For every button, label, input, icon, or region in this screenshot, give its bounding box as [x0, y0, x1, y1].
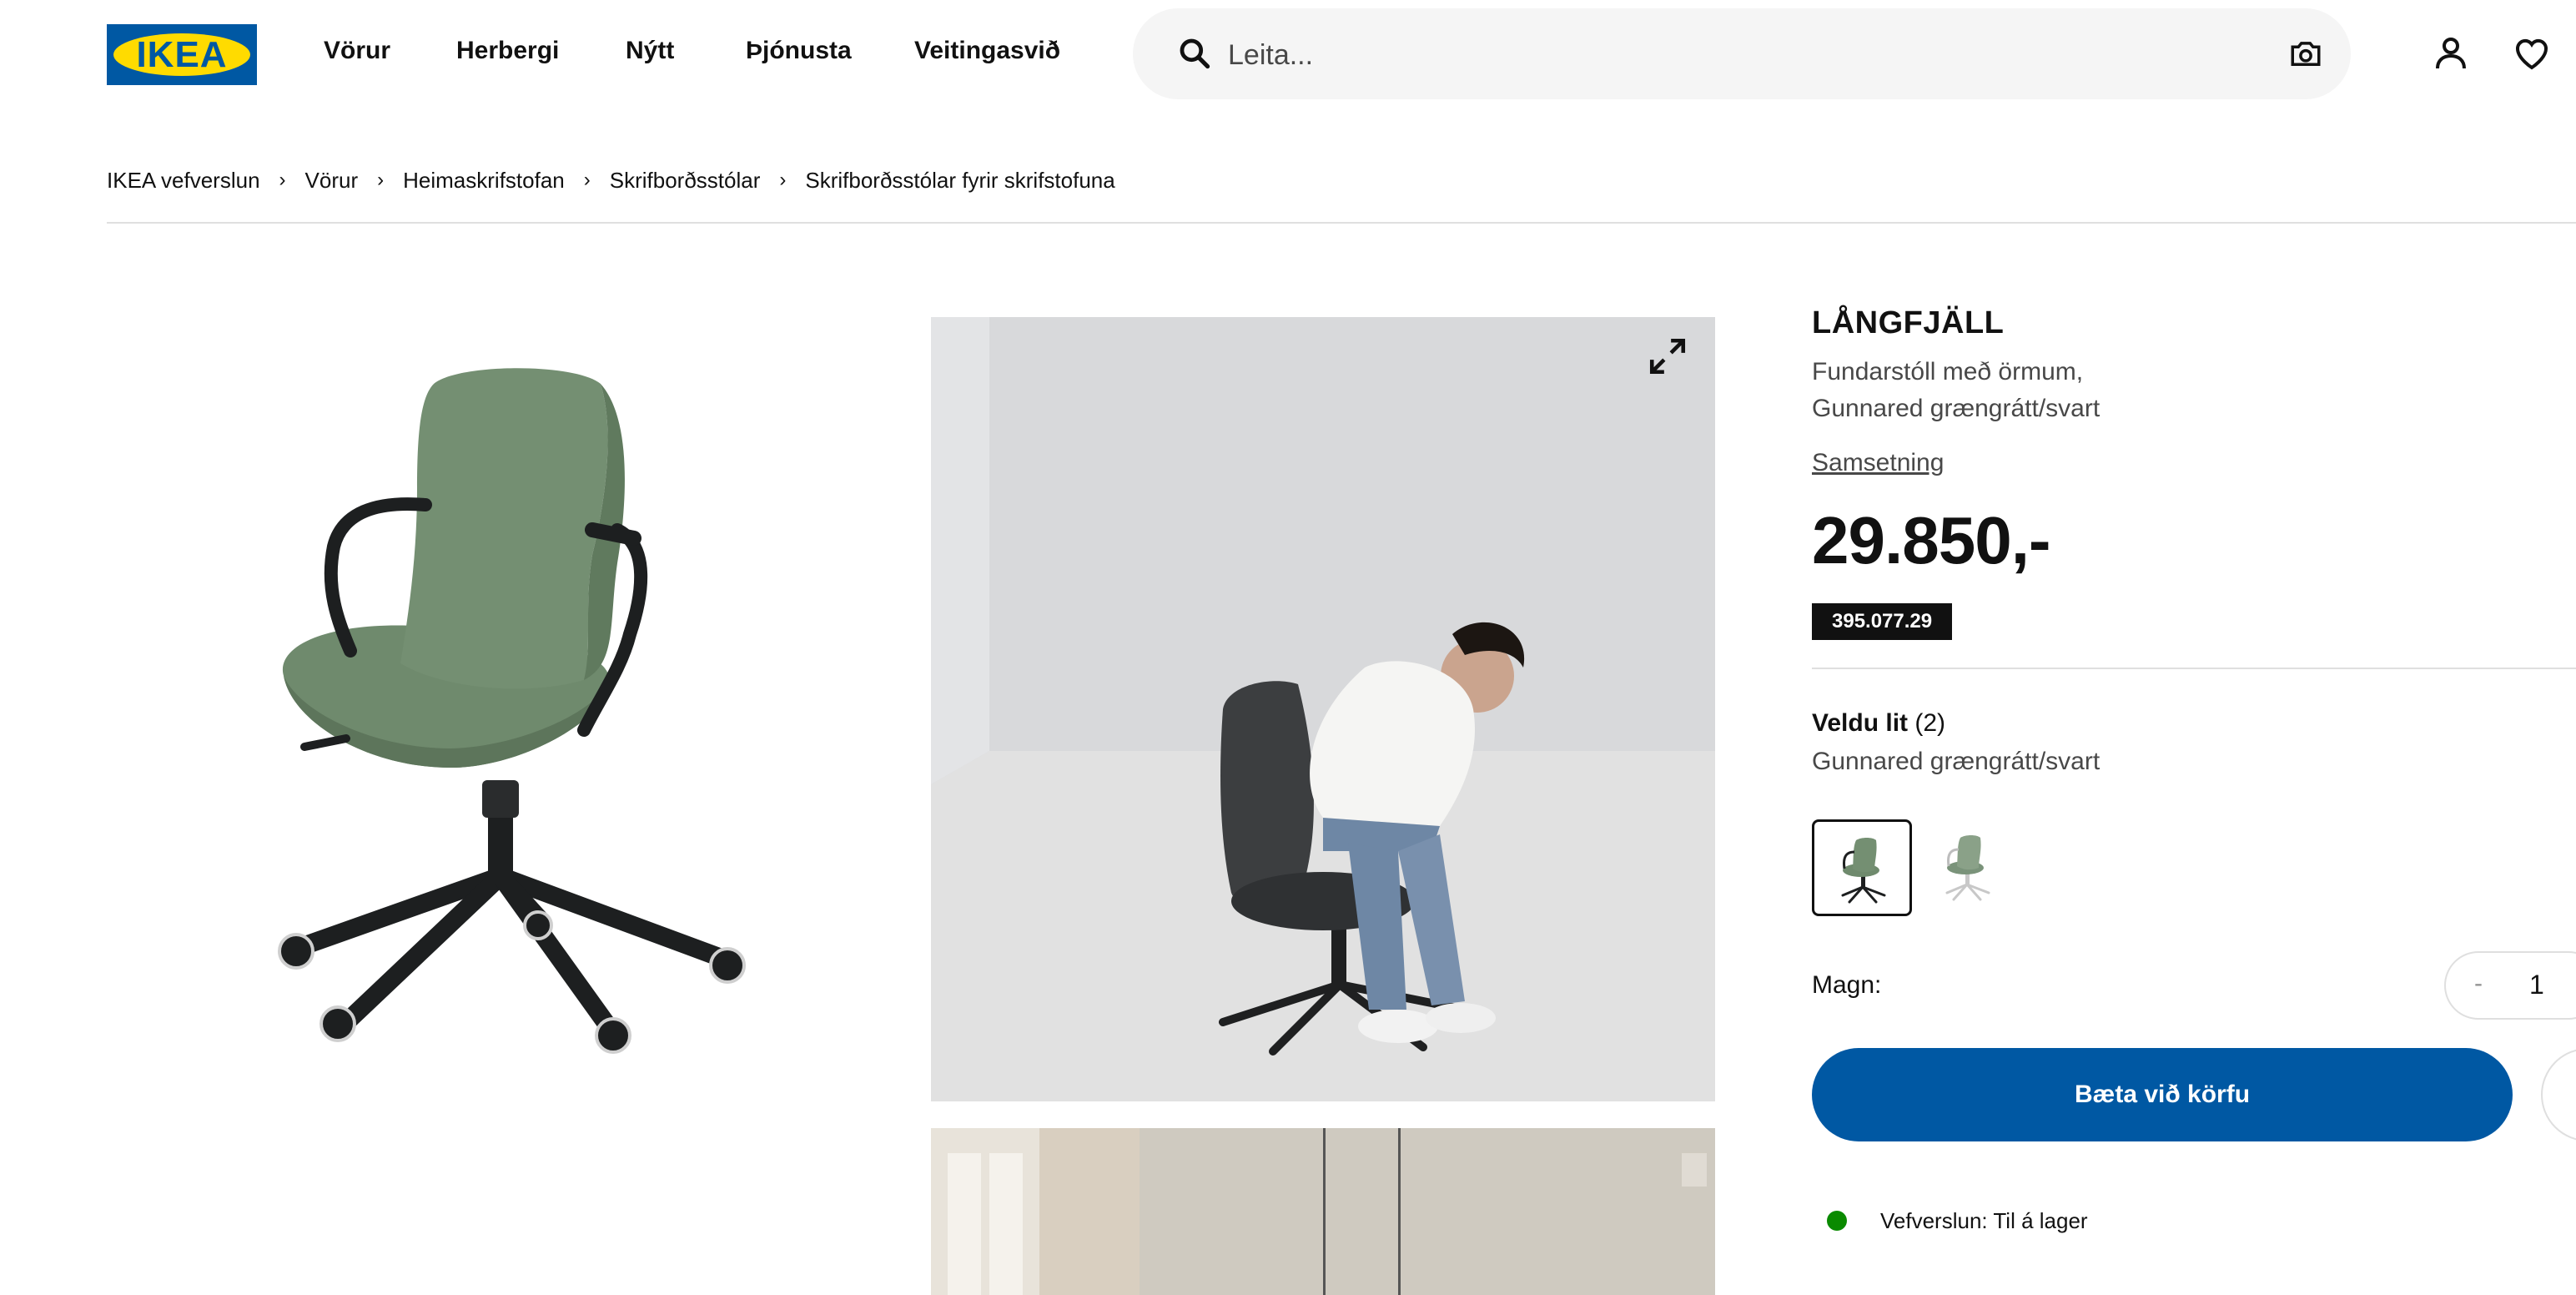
- breadcrumb-item[interactable]: IKEA vefverslun: [107, 168, 260, 194]
- product-image-room[interactable]: [931, 1128, 1715, 1295]
- quantity-value[interactable]: 1: [2529, 970, 2544, 1000]
- product-price: 29.850,-: [1812, 503, 2051, 577]
- breadcrumb-item-current[interactable]: Skrifborðsstólar fyrir skrifstofuna: [805, 168, 1114, 194]
- camera-icon[interactable]: [2288, 37, 2323, 76]
- breadcrumb-item[interactable]: Heimaskrifstofan: [403, 168, 565, 194]
- chevron-right-icon: ›: [583, 169, 591, 191]
- nav-item-restaurant[interactable]: Veitingasvið: [914, 37, 1060, 65]
- nav-item-products[interactable]: Vörur: [324, 37, 390, 65]
- heart-icon[interactable]: [2511, 33, 2553, 78]
- nav-item-new[interactable]: Nýtt: [626, 37, 674, 65]
- search-bar[interactable]: [1133, 8, 2351, 99]
- breadcrumb-item[interactable]: Skrifborðsstólar: [610, 168, 761, 194]
- chevron-right-icon: ›: [279, 169, 286, 191]
- account-icon[interactable]: [2431, 33, 2471, 78]
- nav-item-services[interactable]: Þjónusta: [746, 37, 852, 65]
- stock-status-dot: [1827, 1211, 1847, 1231]
- ikea-logo[interactable]: IKEA: [107, 24, 257, 85]
- breadcrumb-item[interactable]: Vörur: [305, 168, 359, 194]
- quantity-label: Magn:: [1812, 971, 1882, 999]
- selected-color: Gunnared grængrátt/svart: [1812, 748, 2101, 775]
- color-count: (2): [1914, 709, 1946, 737]
- assembly-link[interactable]: Samsetning: [1812, 449, 1944, 477]
- color-swatch-green-white[interactable]: [1919, 819, 2019, 916]
- chevron-right-icon: ›: [779, 169, 787, 191]
- stock-status-text: Vefverslun: Til á lager: [1880, 1208, 2088, 1233]
- product-description-line: Fundarstóll með örmum,: [1812, 358, 2084, 385]
- product-description-line: Gunnared grængrátt/svart: [1812, 395, 2101, 422]
- breadcrumb: IKEA vefverslun › Vörur › Heimaskrifstof…: [107, 165, 1115, 195]
- add-to-cart-button[interactable]: Bæta við körfu: [1812, 1048, 2513, 1141]
- save-to-list-button[interactable]: [2541, 1048, 2576, 1141]
- decrease-quantity-button[interactable]: -: [2474, 970, 2483, 998]
- product-description: Fundarstóll með örmum, Gunnared grængrát…: [1812, 354, 2279, 427]
- expand-icon[interactable]: [1647, 335, 1688, 381]
- product-image-lifestyle[interactable]: [931, 317, 1715, 1101]
- color-label: Veldu lit: [1812, 709, 1909, 737]
- color-picker-label: Veldu lit (2): [1812, 709, 1945, 738]
- quantity-stepper[interactable]: - 1: [2444, 951, 2576, 1020]
- divider: [1812, 668, 2576, 669]
- divider: [107, 222, 2576, 224]
- chevron-right-icon: ›: [377, 169, 385, 191]
- product-name: LÅNGFJÄLL: [1812, 305, 2005, 340]
- article-number-badge[interactable]: 395.077.29: [1812, 603, 1953, 640]
- search-icon[interactable]: [1176, 35, 1213, 76]
- logo-text: IKEA: [136, 34, 228, 75]
- nav-item-rooms[interactable]: Herbergi: [456, 37, 559, 65]
- search-input[interactable]: [1226, 29, 2231, 81]
- product-image-main[interactable]: [250, 346, 767, 1064]
- color-swatch-green-black[interactable]: [1812, 819, 1912, 916]
